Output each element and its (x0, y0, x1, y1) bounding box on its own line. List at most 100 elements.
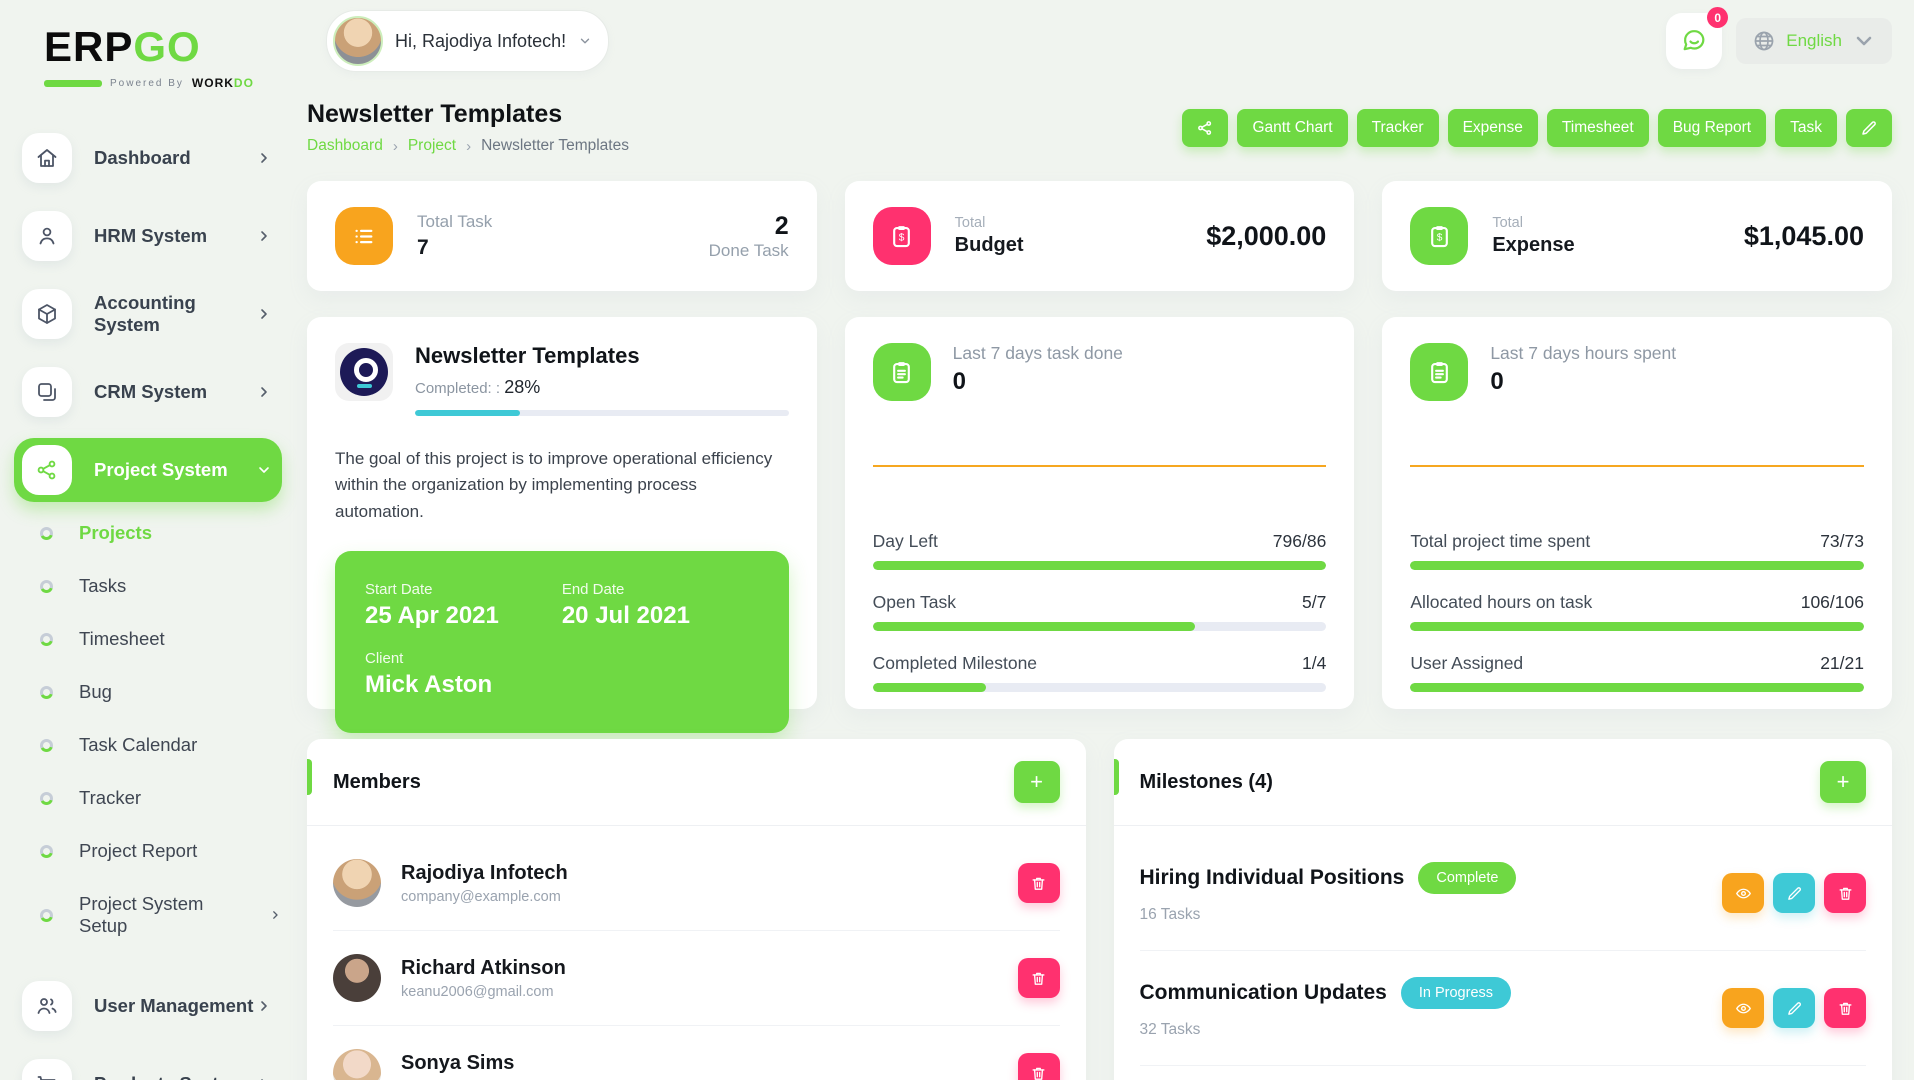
tracker-button[interactable]: Tracker (1357, 109, 1439, 147)
delete-milestone-button[interactable] (1824, 988, 1866, 1028)
sidebar-item-crm-system[interactable]: CRM System (14, 360, 282, 424)
total-expense-card: $ Total Expense $1,045.00 (1382, 181, 1892, 291)
member-email: keanu2006@gmail.com (401, 984, 998, 1000)
milestones-title: Milestones (4) (1140, 771, 1273, 794)
bullet-ring-icon (40, 633, 53, 646)
delete-member-button[interactable] (1018, 863, 1060, 903)
task-done-chart-line (873, 465, 1327, 467)
sidebar-nav: Dashboard HRM System Accounting System C… (0, 126, 300, 1080)
view-milestone-button[interactable] (1722, 873, 1764, 913)
svg-text:$: $ (1437, 232, 1443, 243)
pencil-icon (1860, 119, 1878, 137)
sidebar-item-label: Products System (94, 1073, 256, 1080)
sidebar-item-dashboard[interactable]: Dashboard (14, 126, 282, 190)
overlapping-squares-icon (22, 367, 72, 417)
member-avatar (333, 1049, 381, 1080)
sidebar-item-user-management[interactable]: User Management (14, 974, 282, 1038)
language-label: English (1786, 31, 1842, 51)
task-button[interactable]: Task (1775, 109, 1837, 147)
breadcrumb-dashboard[interactable]: Dashboard (307, 137, 383, 155)
timesheet-button[interactable]: Timesheet (1547, 109, 1649, 147)
project-logo (335, 343, 393, 401)
cube-icon (22, 289, 72, 339)
view-milestone-button[interactable] (1722, 988, 1764, 1028)
user-menu[interactable]: Hi, Rajodiya Infotech! (326, 10, 609, 72)
project-progress-track (415, 410, 789, 416)
edit-milestone-button[interactable] (1773, 988, 1815, 1028)
clipboard-dollar-icon: $ (873, 207, 931, 265)
delete-member-button[interactable] (1018, 1053, 1060, 1080)
project-progress-fill (415, 410, 520, 416)
bullet-ring-icon (40, 527, 53, 540)
expense-value: $1,045.00 (1744, 221, 1864, 252)
messages-button[interactable]: 0 (1666, 13, 1722, 69)
share-button[interactable] (1182, 109, 1228, 147)
start-date-label: Start Date (365, 581, 562, 598)
breadcrumb-separator: › (393, 138, 398, 155)
sidebar-subitem-tasks[interactable]: Tasks (40, 575, 282, 597)
sidebar-item-accounting-system[interactable]: Accounting System (14, 282, 282, 346)
bug-report-button[interactable]: Bug Report (1658, 109, 1766, 147)
logo-go: GO (133, 23, 200, 70)
chevron-right-icon (256, 384, 272, 400)
milestone-row: Design Approval On Hold (1140, 1066, 1867, 1080)
chevron-down-icon (578, 34, 592, 48)
add-milestone-button[interactable]: + (1820, 761, 1866, 803)
sidebar-subitem-project-system-setup[interactable]: Project System Setup (40, 893, 282, 937)
total-task-label: Total Task (417, 212, 685, 232)
sidebar-item-products-system[interactable]: Products System (14, 1052, 282, 1080)
erpgo-dashboard: ERPGO Powered By WORKDO Dashboard HRM Sy… (0, 0, 1914, 1080)
project-system-submenu: Projects Tasks Timesheet Bug Task Calend… (14, 516, 282, 974)
add-member-button[interactable]: + (1014, 761, 1060, 803)
users-icon (22, 981, 72, 1031)
greeting-text: Hi, Rajodiya Infotech! (395, 31, 566, 52)
clipboard-check-icon (1410, 343, 1468, 401)
edit-milestone-button[interactable] (1773, 873, 1815, 913)
page-title: Newsletter Templates (307, 100, 629, 129)
breadcrumb: Dashboard › Project › Newsletter Templat… (307, 137, 629, 155)
sidebar-subitem-bug[interactable]: Bug (40, 681, 282, 703)
clipboard-check-icon (873, 343, 931, 401)
done-task-label: Done Task (709, 241, 789, 261)
trash-icon (1030, 970, 1047, 987)
members-title: Members (333, 771, 421, 794)
section-accent-bar (307, 759, 312, 795)
progress-row-day-left: Day Left796/86 (873, 531, 1327, 570)
milestones-card: Milestones (4) + Hiring Individual Posit… (1114, 739, 1893, 1080)
language-selector[interactable]: English (1736, 18, 1892, 64)
delete-milestone-button[interactable] (1824, 873, 1866, 913)
members-card: Members + Rajodiya Infotech company@exam… (307, 739, 1086, 1080)
trash-icon (1837, 885, 1854, 902)
logo-powered-by: Powered By (110, 78, 184, 89)
sidebar-subitem-project-report[interactable]: Project Report (40, 840, 282, 862)
sidebar-subitem-timesheet[interactable]: Timesheet (40, 628, 282, 650)
gantt-chart-button[interactable]: Gantt Chart (1237, 109, 1347, 147)
sidebar-subitem-projects[interactable]: Projects (40, 522, 282, 544)
milestone-task-count: 32 Tasks (1140, 1021, 1723, 1039)
bullet-ring-icon (40, 845, 53, 858)
expense-button[interactable]: Expense (1448, 109, 1538, 147)
expense-label: Expense (1492, 234, 1720, 257)
breadcrumb-project[interactable]: Project (408, 137, 456, 155)
sidebar-item-label: Project System (94, 459, 256, 481)
client-value: Mick Aston (365, 671, 562, 699)
delete-member-button[interactable] (1018, 958, 1060, 998)
sidebar-subitem-tracker[interactable]: Tracker (40, 787, 282, 809)
sidebar-subitem-task-calendar[interactable]: Task Calendar (40, 734, 282, 756)
task-done-title: Last 7 days task done (953, 343, 1123, 364)
sidebar-item-hrm-system[interactable]: HRM System (14, 204, 282, 268)
member-name: Sonya Sims (401, 1052, 998, 1075)
project-info-card: Newsletter Templates Completed: : 28% Th… (307, 317, 817, 709)
progress-row-completed-milestone: Completed Milestone1/4 (873, 653, 1327, 692)
edit-project-button[interactable] (1846, 109, 1892, 147)
shopping-cart-icon (22, 1059, 72, 1080)
chevron-right-icon (256, 150, 272, 166)
sidebar-item-label: HRM System (94, 225, 256, 247)
milestone-row: Communication Updates In Progress 32 Tas… (1140, 951, 1867, 1066)
sidebar-item-project-system[interactable]: Project System (14, 438, 282, 502)
budget-value: $2,000.00 (1206, 221, 1326, 252)
eye-icon (1735, 1000, 1752, 1017)
app-logo[interactable]: ERPGO Powered By WORKDO (0, 20, 300, 92)
progress-row-allocated-hours: Allocated hours on task106/106 (1410, 592, 1864, 631)
chevron-right-icon (256, 306, 272, 322)
